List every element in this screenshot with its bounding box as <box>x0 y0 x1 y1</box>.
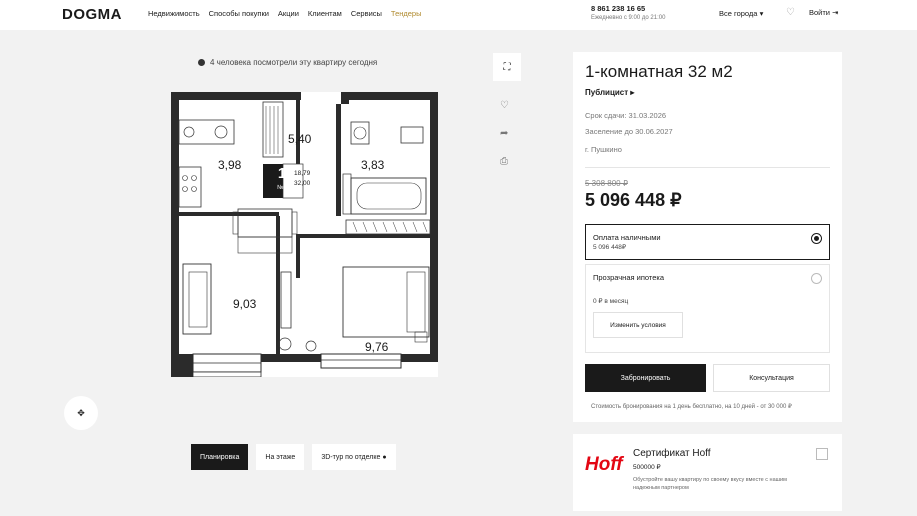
rooms-count-badge: 1 <box>277 165 287 182</box>
certificate-card: Hoff Сертификат Hoff 500000 ₽ Обустройте… <box>573 434 842 511</box>
tab-on-floor[interactable]: На этаже <box>256 444 305 470</box>
city-name: г. Пушкино <box>585 145 622 154</box>
compass-icon[interactable]: ✥ <box>64 396 98 430</box>
complex-link[interactable]: Публицист ▸ <box>585 88 634 97</box>
change-terms-button[interactable]: Изменить условия <box>593 312 683 338</box>
favorites-icon[interactable]: ♡ <box>786 7 795 18</box>
consult-button[interactable]: Консультация <box>713 364 830 392</box>
like-icon[interactable]: ♡ <box>500 100 509 111</box>
tab-3d-tour[interactable]: 3D-тур по отделке ● <box>312 444 396 470</box>
nav-item-services[interactable]: Сервисы <box>351 9 382 18</box>
nav-item-purchase[interactable]: Способы покупки <box>209 9 269 18</box>
room-area-hall: 5,40 <box>288 132 312 146</box>
tab-layout[interactable]: Планировка <box>191 444 249 470</box>
nav-item-clients[interactable]: Клиентам <box>308 9 342 18</box>
working-hours: Ежедневно с 9:00 до 21:00 <box>591 15 666 21</box>
city-label: Все города <box>719 9 758 18</box>
login-icon: ⇥ <box>832 8 839 17</box>
option-mortgage-value: 0 ₽ в месяц <box>593 298 629 305</box>
room-area-bedroom: 9,76 <box>365 340 389 354</box>
top-header: DOGMA Недвижимость Способы покупки Акции… <box>0 0 917 30</box>
certificate-title: Сертификат Hoff <box>633 448 711 459</box>
radio-mortgage[interactable] <box>811 273 822 284</box>
share-icon[interactable]: ➦ <box>500 128 508 139</box>
chevron-down-icon: ▾ <box>759 9 764 18</box>
room-area-living: 9,03 <box>233 297 257 311</box>
nav-item-promos[interactable]: Акции <box>278 9 299 18</box>
login-label: Войти <box>809 8 830 17</box>
settlement-date: Заселение до 30.06.2027 <box>585 127 673 136</box>
chevron-right-icon: ▸ <box>630 88 635 97</box>
payment-option-mortgage[interactable]: Прозрачная ипотека 0 ₽ в месяц Изменить … <box>585 264 830 353</box>
viewers-text: 4 человека посмотрели эту квартиру сегод… <box>210 58 378 67</box>
hoff-logo: Hoff <box>585 454 623 475</box>
certificate-price: 500000 ₽ <box>633 464 661 471</box>
old-price: 5 308 800 ₽ <box>585 179 628 188</box>
booking-note: Стоимость бронирования на 1 день бесплат… <box>591 404 792 410</box>
apartment-number: №4 <box>277 185 287 191</box>
certificate-note: Обустройте вашу квартиру по своему вкусу… <box>633 477 787 491</box>
main-nav: Недвижимость Способы покупки Акции Клиен… <box>148 9 422 18</box>
total-area-value: 32,00 <box>294 180 311 187</box>
option-cash-name: Оплата наличными <box>593 233 661 242</box>
apartment-title: 1-комнатная 32 м2 <box>585 62 733 81</box>
phone-number[interactable]: 8 861 238 16 65 <box>591 4 645 13</box>
expand-icon: ⛶ <box>503 61 511 73</box>
apartment-card: 1-комнатная 32 м2 Публицист ▸ Срок сдачи… <box>573 52 842 422</box>
tab-3d-tour-label: 3D-тур по отделке <box>321 453 381 461</box>
option-mortgage-name: Прозрачная ипотека <box>593 273 665 282</box>
logo[interactable]: DOGMA <box>62 6 122 23</box>
eye-icon <box>198 59 205 66</box>
viewers-note: 4 человека посмотрели эту квартиру сегод… <box>198 58 377 67</box>
book-button[interactable]: Забронировать <box>585 364 706 392</box>
complex-name: Публицист <box>585 88 629 97</box>
payment-option-cash[interactable]: Оплата наличными 5 096 448₽ <box>585 224 830 260</box>
room-area-kitchen: 3,98 <box>218 158 242 172</box>
plan-tabs: Планировка На этаже 3D-тур по отделке ● <box>191 444 396 470</box>
nav-item-tenders[interactable]: Тендеры <box>391 9 422 18</box>
login-button[interactable]: Войти ⇥ <box>809 8 838 17</box>
delivery-date: Срок сдачи: 31.03.2026 <box>585 111 667 120</box>
fullscreen-button[interactable]: ⛶ <box>493 53 521 81</box>
print-icon[interactable]: ⎙ <box>500 156 508 167</box>
divider <box>585 167 830 168</box>
city-select[interactable]: Все города ▾ <box>719 9 763 18</box>
radio-cash[interactable] <box>811 233 822 244</box>
certificate-checkbox[interactable] <box>816 448 828 460</box>
room-area-bath: 3,83 <box>361 158 385 172</box>
play-icon: ● <box>382 453 387 461</box>
nav-item-realty[interactable]: Недвижимость <box>148 9 200 18</box>
option-cash-value: 5 096 448₽ <box>593 244 627 251</box>
living-area-value: 18,79 <box>294 170 311 177</box>
current-price: 5 096 448 ₽ <box>585 190 682 210</box>
